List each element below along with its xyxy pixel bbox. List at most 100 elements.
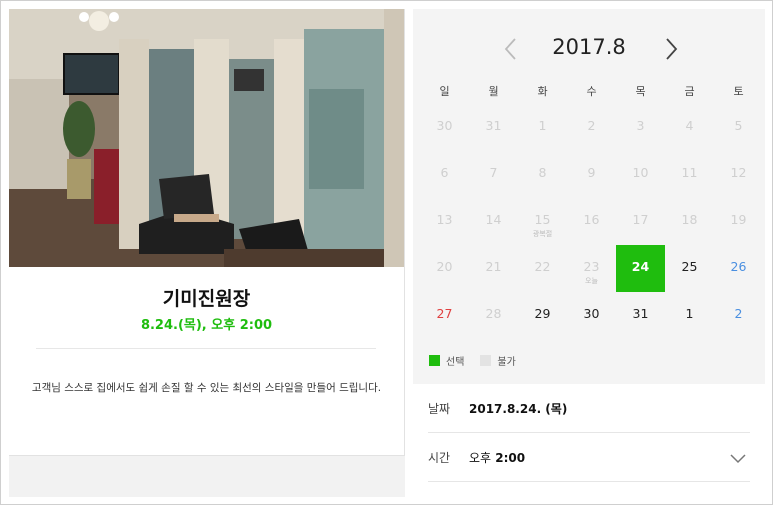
time-row[interactable]: 시간 오후 2:00 [428, 433, 750, 482]
day-number: 20 [436, 259, 453, 274]
day-number: 22 [534, 259, 551, 274]
calendar-day: 30 [420, 104, 469, 151]
time-text: 2:00 [495, 451, 526, 465]
legend: 선택 불가 [429, 353, 516, 368]
day-number: 13 [436, 212, 453, 227]
day-number: 10 [632, 165, 649, 180]
day-number: 27 [436, 306, 453, 321]
calendar-panel: 2017.8 일 월 화 수 목 금 토 30 31 1 2 3 4 5 6 7 8 9 10 11 12… [413, 9, 765, 497]
day-number: 21 [485, 259, 502, 274]
legend-unavailable-label: 불가 [497, 357, 516, 368]
weekday-label: 일 [439, 85, 450, 98]
calendar-day: 20 [420, 245, 469, 292]
weekday-label: 화 [537, 85, 548, 98]
day-number: 1 [538, 118, 547, 133]
day-number: 6 [440, 165, 449, 180]
day-number: 30 [436, 118, 453, 133]
calendar-day: 9 [567, 151, 616, 198]
day-note: 오늘 [585, 277, 598, 285]
calendar-day-selected[interactable]: 24 [616, 245, 665, 292]
day-number: 5 [734, 118, 743, 133]
calendar-day: 23 오늘 [567, 245, 616, 292]
calendar-day: 2 [567, 104, 616, 151]
calendar-day: 4 [665, 104, 714, 151]
legend-selected-swatch [429, 355, 440, 366]
calendar-day: 7 [469, 151, 518, 198]
weekday-label: 목 [635, 85, 646, 98]
weekday-label: 토 [733, 85, 744, 98]
calendar-day: 16 [567, 198, 616, 245]
day-number: 24 [631, 259, 650, 274]
calendar-day: 1 [518, 104, 567, 151]
day-number: 28 [485, 306, 502, 321]
salon-photo [9, 9, 404, 267]
day-number: 14 [485, 212, 502, 227]
month-label: 2017.8 [552, 35, 626, 59]
calendar-day: 3 [616, 104, 665, 151]
day-number: 25 [681, 259, 698, 274]
day-number: 1 [685, 306, 694, 321]
weekday-label: 월 [488, 85, 499, 98]
day-number: 11 [681, 165, 698, 180]
day-number: 7 [489, 165, 498, 180]
day-number: 12 [730, 165, 747, 180]
calendar-day: 8 [518, 151, 567, 198]
date-label: 날짜 [428, 402, 451, 416]
booking-widget: 기미진원장 8.24.(목), 오후 2:00 고객님 스스로 집에서도 쉽게 … [0, 0, 773, 505]
day-number: 17 [632, 212, 649, 227]
chevron-right-icon[interactable] [661, 37, 681, 61]
calendar-day: 31 [469, 104, 518, 151]
salon-description: 고객님 스스로 집에서도 쉽게 손질 할 수 있는 최선의 스타일을 만들어 드… [31, 382, 382, 394]
calendar-day[interactable]: 30 [567, 292, 616, 339]
day-number: 16 [583, 212, 600, 227]
calendar-day: 21 [469, 245, 518, 292]
chevron-down-icon[interactable] [730, 449, 746, 464]
date-row: 날짜 2017.8.24. (목) [428, 384, 750, 433]
calendar-day: 15 광복절 [518, 198, 567, 245]
calendar-day: 11 [665, 151, 714, 198]
weekday-label: 금 [684, 85, 695, 98]
weekday-header: 일 월 화 수 목 금 토 [420, 83, 763, 99]
salon-panel: 기미진원장 8.24.(목), 오후 2:00 고객님 스스로 집에서도 쉽게 … [9, 9, 405, 497]
day-number: 29 [534, 306, 551, 321]
calendar-day[interactable]: 27 [420, 292, 469, 339]
day-number: 31 [485, 118, 502, 133]
calendar-day: 17 [616, 198, 665, 245]
booking-info: 날짜 2017.8.24. (목) 시간 오후 2:00 [413, 384, 765, 497]
calendar-day[interactable]: 25 [665, 245, 714, 292]
calendar-day: 28 [469, 292, 518, 339]
day-number: 30 [583, 306, 600, 321]
calendar-day: 22 [518, 245, 567, 292]
legend-unavailable-swatch [480, 355, 492, 366]
day-number: 8 [538, 165, 547, 180]
calendar-day: 19 [714, 198, 763, 245]
day-number: 3 [636, 118, 645, 133]
calendar-day: 13 [420, 198, 469, 245]
day-number: 4 [685, 118, 694, 133]
calendar-day: 14 [469, 198, 518, 245]
month-navigation: 2017.8 [413, 31, 765, 63]
calendar-day[interactable]: 31 [616, 292, 665, 339]
calendar-day[interactable]: 29 [518, 292, 567, 339]
calendar-day: 10 [616, 151, 665, 198]
time-prefix: 오후 [469, 451, 492, 465]
salon-name: 기미진원장 [162, 288, 251, 310]
day-number: 9 [587, 165, 596, 180]
day-number: 2 [587, 118, 596, 133]
time-value: 오후 2:00 [469, 449, 525, 466]
calendar-day[interactable]: 1 [665, 292, 714, 339]
calendar-day[interactable]: 26 [714, 245, 763, 292]
divider [36, 348, 376, 349]
calendar-day: 5 [714, 104, 763, 151]
day-number: 26 [730, 259, 747, 274]
calendar-day: 12 [714, 151, 763, 198]
legend-selected-label: 선택 [446, 357, 465, 368]
calendar-day[interactable]: 2 [714, 292, 763, 339]
selected-datetime: 8.24.(목), 오후 2:00 [140, 318, 273, 333]
day-number: 18 [681, 212, 698, 227]
day-note: 광복절 [532, 230, 553, 238]
day-number: 2 [734, 306, 743, 321]
day-number: 19 [730, 212, 747, 227]
day-number: 23 [583, 259, 600, 274]
salon-card: 기미진원장 8.24.(목), 오후 2:00 고객님 스스로 집에서도 쉽게 … [9, 9, 405, 456]
